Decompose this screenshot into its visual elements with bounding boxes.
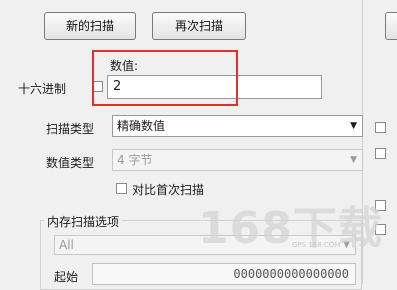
right-option-checkbox[interactable] bbox=[375, 122, 386, 133]
start-address-label: 起始 bbox=[54, 270, 79, 284]
compare-first-checkbox[interactable] bbox=[116, 183, 127, 194]
scan-type-selected: 精确数值 bbox=[117, 119, 166, 133]
memory-region-selected: All bbox=[59, 238, 74, 252]
chevron-down-icon: ▼ bbox=[350, 155, 357, 165]
value-type-selected: 4 字节 bbox=[117, 153, 153, 167]
new-scan-button[interactable]: 新的扫描 bbox=[44, 12, 136, 40]
start-address-value: 0000000000000000 bbox=[233, 267, 349, 281]
next-scan-button[interactable]: 再次扫描 bbox=[152, 12, 246, 40]
hex-label: 十六进制 bbox=[18, 82, 67, 96]
watermark-logo: 168下载 bbox=[198, 203, 383, 254]
value-type-label: 数值类型 bbox=[46, 156, 95, 170]
compare-first-label: 对比首次扫描 bbox=[132, 183, 205, 197]
highlight-box bbox=[92, 50, 238, 106]
right-option-checkbox[interactable] bbox=[375, 148, 386, 159]
scan-type-label: 扫描类型 bbox=[46, 122, 95, 136]
memory-options-label: 内存扫描选项 bbox=[44, 213, 123, 230]
chevron-down-icon: ▼ bbox=[350, 121, 357, 131]
watermark-subtext: GPS 168.COM bbox=[292, 241, 341, 249]
scan-type-select[interactable]: 精确数值 ▼ bbox=[112, 115, 363, 137]
undo-scan-button[interactable] bbox=[385, 12, 397, 40]
value-type-select[interactable]: 4 字节 ▼ bbox=[112, 149, 363, 171]
start-address-input[interactable]: 0000000000000000 bbox=[92, 263, 356, 285]
